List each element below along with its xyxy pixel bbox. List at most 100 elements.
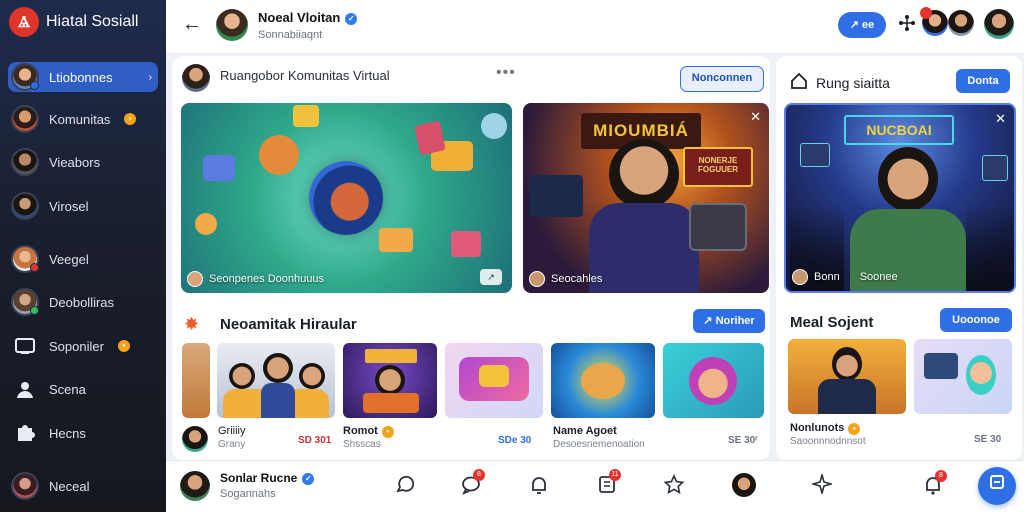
profile-subtitle: Sonnabiiaqnt — [258, 29, 323, 41]
verified-icon: ✓ — [345, 12, 358, 25]
post-author-avatar[interactable] — [182, 64, 210, 92]
back-arrow-icon[interactable]: ← — [182, 13, 202, 36]
sidebar-item-label: Hecns — [49, 425, 86, 441]
connect-button[interactable]: Nonconnen — [680, 66, 764, 92]
avatar — [11, 472, 39, 500]
sidebar-item-label: Scena — [49, 381, 86, 397]
decor-coin — [481, 113, 507, 139]
verified-icon: ✓ — [302, 472, 315, 485]
chat-badge: 8 — [473, 469, 485, 481]
decor-tile — [379, 228, 413, 252]
live-stream-card[interactable]: MIOUMBIÁ NONERJE FOGUUER ✕ Seocahles — [523, 103, 769, 293]
thumb-title: Romot • — [343, 425, 394, 438]
top-bar: ← Noeal Vloitan ✓ Sonnabiiaqnt ↗ ee — [166, 0, 1024, 54]
thumb-subtitle: Grany — [218, 439, 246, 450]
section-action-button[interactable]: Uooonoe — [940, 308, 1012, 332]
sidebar-item-scena[interactable]: Scena — [8, 374, 158, 404]
screen-graphic — [529, 175, 583, 217]
sidebar-item-ltiobonnes[interactable]: Ltiobonnes › — [8, 62, 158, 92]
comment-icon[interactable] — [394, 474, 416, 502]
decor-tile — [451, 231, 481, 257]
media-card[interactable]: Seonpenes Doonhuuus ↗ — [181, 103, 512, 293]
status-badge: • — [848, 423, 861, 435]
document-badge: 11 — [609, 469, 621, 481]
thumb-title: Griiiiy — [218, 425, 246, 437]
character-thumbnail[interactable] — [914, 339, 1012, 414]
view-count: SDe 30 — [498, 435, 532, 446]
avatar — [11, 148, 39, 176]
item-subtitle: Saoonnnodnnsot — [790, 436, 866, 447]
video-thumbnail[interactable] — [788, 339, 906, 414]
screen-graphic — [982, 155, 1008, 181]
section-title: Meal Sojent — [790, 314, 874, 331]
sign-board: NONERJE FOGUUER — [683, 147, 753, 187]
section-header: ✸ Neoamitak Hiraular ↗ Noriher — [182, 309, 765, 341]
avatar — [11, 63, 39, 91]
thumb-subtitle: Shsscas — [343, 439, 381, 450]
sidebar-item-virosel[interactable]: Virosel — [8, 191, 158, 221]
group-video-thumbnail[interactable] — [217, 343, 335, 418]
status-badge: • — [381, 426, 394, 438]
user-subtitle: Sogannahs — [220, 488, 276, 500]
sparkle-icon[interactable] — [810, 472, 834, 500]
sidebar-item-label: Neceal — [49, 478, 90, 494]
character-thumbnail[interactable] — [663, 343, 764, 418]
close-icon[interactable]: ✕ — [995, 111, 1006, 127]
sidebar-item-hecns[interactable]: Hecns — [8, 418, 158, 448]
sidebar-item-veegel[interactable]: Veegel — [8, 244, 158, 274]
sidebar-item-neceal[interactable]: Neceal — [8, 471, 158, 501]
compose-button[interactable] — [978, 467, 1016, 505]
profile-name[interactable]: Noeal Vloitan ✓ — [258, 10, 358, 25]
friend-avatar[interactable] — [948, 10, 974, 36]
post-title: Ruangobor Komunitas Virtual — [220, 68, 390, 83]
crowd — [966, 205, 1014, 291]
fullscreen-icon[interactable]: ↗ — [480, 269, 502, 285]
card-caption: Seonpenes Doonhuuus — [187, 271, 324, 287]
tablet-graphic — [689, 203, 747, 251]
view-count: SD 301 — [298, 435, 332, 446]
author-avatar[interactable] — [182, 426, 208, 452]
decor-tile — [293, 105, 319, 127]
decor-coin — [259, 135, 299, 175]
home-icon[interactable] — [790, 72, 808, 95]
donate-button[interactable]: Donta — [956, 69, 1010, 93]
game-thumbnail[interactable] — [343, 343, 437, 418]
sidebar-item-deobolliras[interactable]: Deobolliras — [8, 287, 158, 317]
sidebar-item-label: Ltiobonnes — [49, 69, 113, 85]
live-stream-card[interactable]: NUCBOAI ✕ Bonn Soonee — [784, 103, 1016, 293]
user-avatar[interactable] — [984, 9, 1014, 39]
chevron-right-icon: › — [148, 71, 152, 83]
user-icon — [13, 377, 37, 401]
sidebar-item-label: Virosel — [49, 198, 89, 214]
cartoon-thumbnail[interactable] — [551, 343, 655, 418]
avatar — [11, 288, 39, 316]
share-button[interactable]: ↗ ee — [838, 12, 886, 38]
sidebar-item-komunitas[interactable]: Komunitas • — [8, 104, 158, 134]
streamer-face — [609, 139, 679, 209]
user-avatar[interactable] — [180, 471, 210, 501]
sidebar-item-soponiler[interactable]: Soponiler • — [8, 331, 158, 361]
main-feed: Ruangobor Komunitas Virtual ••• Nonconne… — [172, 56, 770, 460]
neon-banner: NUCBOAI — [844, 115, 954, 145]
star-icon[interactable] — [663, 474, 685, 502]
toy-thumbnail[interactable] — [445, 343, 543, 418]
close-icon[interactable]: ✕ — [750, 109, 761, 125]
right-panel: Rung siaitta Donta NUCBOAI ✕ Bonn Soonee … — [776, 56, 1022, 460]
item-title: Nonlunots • — [790, 422, 861, 435]
thumbnail-partial[interactable] — [182, 343, 210, 418]
notification-icon[interactable] — [528, 474, 550, 502]
streamer-body — [589, 203, 699, 293]
sparkle-icon: ✸ — [184, 314, 200, 334]
streamer-face — [878, 147, 938, 211]
screen-icon — [13, 334, 37, 358]
connect-icon[interactable] — [898, 14, 916, 37]
more-options-icon[interactable]: ••• — [496, 64, 516, 82]
brand[interactable]: Ⱑ Hiatal Sosiall — [0, 0, 166, 44]
friend-avatar[interactable] — [732, 473, 756, 497]
sidebar-item-vieabors[interactable]: Vieabors — [8, 147, 158, 177]
user-name[interactable]: Sonlar Rucne ✓ — [220, 471, 315, 485]
card-caption: Seocahles — [529, 271, 602, 287]
profile-avatar[interactable] — [216, 9, 248, 41]
section-action-button[interactable]: ↗ Noriher — [693, 309, 765, 333]
view-count: SE 30 — [974, 434, 1002, 445]
